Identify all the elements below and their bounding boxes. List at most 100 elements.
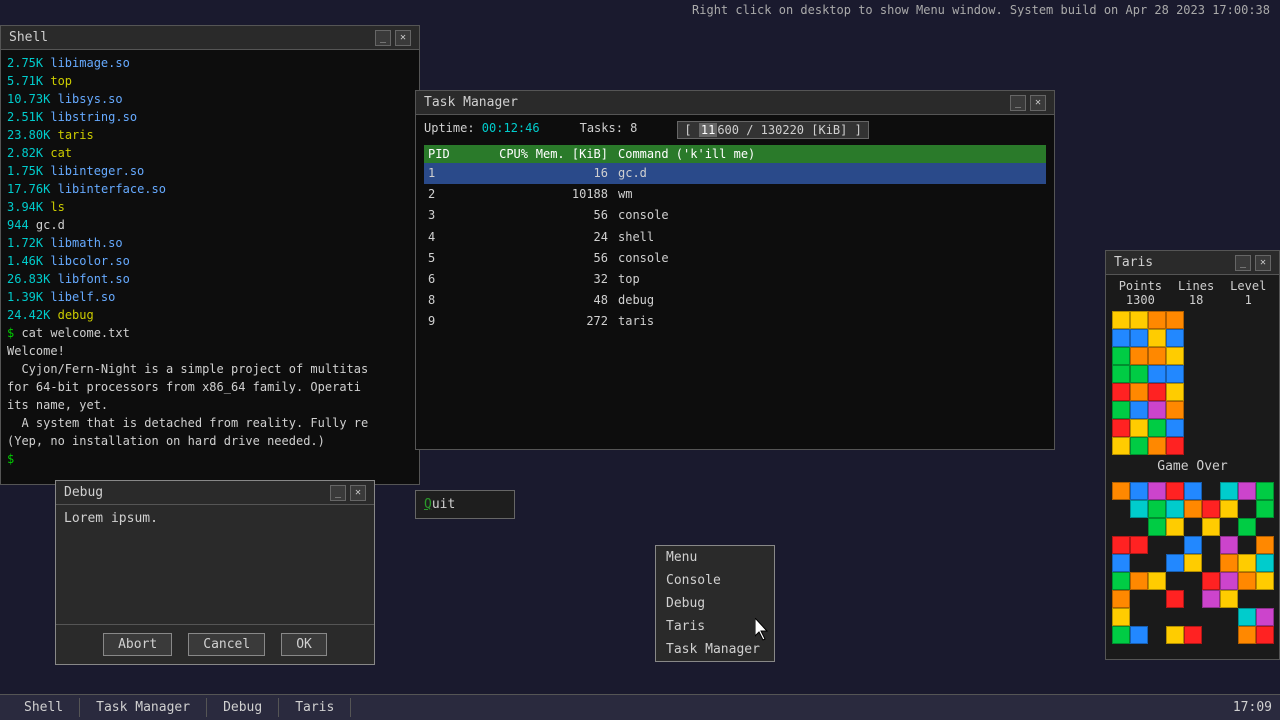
shell-content: 2.75K libimage.so 5.71K top 10.73K libsy… (1, 50, 419, 484)
debug-titlebar: Debug _ ✕ (56, 481, 374, 505)
shell-file-line: 10.73K libsys.so (7, 90, 413, 108)
context-menu: Menu Console Debug Taris Task Manager (655, 545, 775, 662)
shell-window-controls: _ ✕ (375, 30, 411, 46)
tm-col-mem-header: Mem. [KiB] (528, 147, 608, 161)
task-manager-content: Uptime: 00:12:46 Tasks: 8 [ 11600 / 1302… (416, 115, 1054, 449)
tm-memory-bar: [ 11600 / 130220 [KiB] ] (677, 121, 868, 139)
shell-file-line: 5.71K top (7, 72, 413, 90)
shell-output-line3: its name, yet. (7, 396, 413, 414)
debug-abort-button[interactable]: Abort (103, 633, 172, 656)
debug-window-controls: _ ✕ (330, 485, 366, 501)
debug-close-button[interactable]: ✕ (350, 485, 366, 501)
taris-level-col: Level 1 (1230, 279, 1266, 307)
taskbar-item-task-manager[interactable]: Task Manager (80, 698, 207, 717)
table-row[interactable]: 556console (424, 248, 1046, 269)
shell-file-line: 1.39K libelf.so (7, 288, 413, 306)
shell-output-line1: Cyjon/Fern-Night is a simple project of … (7, 360, 413, 378)
quit-overlay[interactable]: Quit (415, 490, 515, 519)
shell-output-line2: for 64-bit processors from x86_64 family… (7, 378, 413, 396)
taris-content: Points 1300 Lines 18 Level 1 Game Over (1106, 275, 1279, 659)
shell-minimize-button[interactable]: _ (375, 30, 391, 46)
tm-mem-used-rest: 600 (717, 123, 739, 137)
task-manager-window-controls: _ ✕ (1010, 95, 1046, 111)
quit-text: Quit (424, 497, 455, 512)
taris-lines-label: Lines (1178, 279, 1214, 293)
taris-window-controls: _ ✕ (1235, 255, 1271, 271)
top-status-bar: Right click on desktop to show Menu wind… (0, 0, 1280, 20)
shell-prompt-line: $ ​ (7, 450, 413, 468)
context-menu-item-task-manager[interactable]: Task Manager (656, 638, 774, 661)
taris-points-col: Points 1300 (1119, 279, 1162, 307)
shell-file-line: 1.72K libmath.so (7, 234, 413, 252)
taris-stats: Points 1300 Lines 18 Level 1 (1119, 279, 1267, 307)
context-menu-item-console[interactable]: Console (656, 569, 774, 592)
table-row[interactable]: 116gc.d (424, 163, 1046, 184)
tm-uptime-value: 00:12:46 (482, 121, 540, 135)
taris-title: Taris (1114, 255, 1235, 270)
task-manager-title: Task Manager (424, 95, 1010, 110)
taris-preview-grid (1112, 482, 1274, 644)
shell-file-line: 2.82K cat (7, 144, 413, 162)
taris-gameover-text: Game Over (1157, 459, 1227, 474)
table-row[interactable]: 210188wm (424, 184, 1046, 205)
debug-window: Debug _ ✕ Lorem ipsum. Abort Cancel OK (55, 480, 375, 665)
shell-cmd-line: $ cat welcome.txt (7, 324, 413, 342)
shell-window: Shell _ ✕ 2.75K libimage.so 5.71K top 10… (0, 25, 420, 485)
table-row[interactable]: 632top (424, 269, 1046, 290)
tm-mem-used: 11 (699, 123, 717, 137)
shell-file-line: 3.94K ls (7, 198, 413, 216)
context-menu-item-taris[interactable]: Taris (656, 615, 774, 638)
shell-output-line5: (Yep, no installation on hard drive need… (7, 432, 413, 450)
taskbar-item-shell[interactable]: Shell (8, 698, 80, 717)
shell-file-line: 17.76K libinterface.so (7, 180, 413, 198)
shell-file-line: 23.80K taris (7, 126, 413, 144)
taskbar: Shell Task Manager Debug Taris 17:09 (0, 694, 1280, 720)
shell-file-line: 24.42K debug (7, 306, 413, 324)
taskbar-item-taris[interactable]: Taris (279, 698, 351, 717)
tm-uptime-label: Uptime: 00:12:46 (424, 121, 540, 139)
taris-window: Taris _ ✕ Points 1300 Lines 18 Level 1 G… (1105, 250, 1280, 660)
task-manager-close-button[interactable]: ✕ (1030, 95, 1046, 111)
top-status-text: Right click on desktop to show Menu wind… (692, 3, 1270, 17)
taris-points-label: Points (1119, 279, 1162, 293)
shell-file-line: 26.83K libfont.so (7, 270, 413, 288)
shell-titlebar: Shell _ ✕ (1, 26, 419, 50)
debug-buttons: Abort Cancel OK (56, 624, 374, 664)
taris-close-button[interactable]: ✕ (1255, 255, 1271, 271)
table-row[interactable]: 424shell (424, 227, 1046, 248)
shell-file-line: 1.46K libcolor.so (7, 252, 413, 270)
tm-tasks-label: Tasks: 8 (580, 121, 638, 139)
context-menu-item-debug[interactable]: Debug (656, 592, 774, 615)
taris-level-value: 1 (1230, 293, 1266, 307)
task-manager-titlebar: Task Manager _ ✕ (416, 91, 1054, 115)
context-menu-item-menu[interactable]: Menu (656, 546, 774, 569)
taris-level-label: Level (1230, 279, 1266, 293)
shell-file-line: 1.75K libinteger.so (7, 162, 413, 180)
shell-file-line: 944 gc.d (7, 216, 413, 234)
table-row[interactable]: 848debug (424, 290, 1046, 311)
taskbar-item-debug[interactable]: Debug (207, 698, 279, 717)
debug-cancel-button[interactable]: Cancel (188, 633, 265, 656)
shell-output-line4: A system that is detached from reality. … (7, 414, 413, 432)
tm-info-row: Uptime: 00:12:46 Tasks: 8 [ 11600 / 1302… (424, 121, 1046, 139)
taris-minimize-button[interactable]: _ (1235, 255, 1251, 271)
tm-col-cpu-header: CPU% (468, 147, 528, 161)
debug-text: Lorem ipsum. (64, 511, 366, 526)
table-row[interactable]: 9272taris (424, 311, 1046, 332)
debug-minimize-button[interactable]: _ (330, 485, 346, 501)
taris-points-value: 1300 (1119, 293, 1162, 307)
shell-close-button[interactable]: ✕ (395, 30, 411, 46)
task-manager-minimize-button[interactable]: _ (1010, 95, 1026, 111)
taris-game-grid (1112, 311, 1274, 455)
tm-tasks-value: 8 (630, 121, 637, 135)
task-manager-window: Task Manager _ ✕ Uptime: 00:12:46 Tasks:… (415, 90, 1055, 450)
table-row[interactable]: 356console (424, 205, 1046, 226)
tm-header-row: PID CPU% Mem. [KiB] Command ('k'ill me) (424, 145, 1046, 163)
shell-file-line: 2.75K libimage.so (7, 54, 413, 72)
taris-lines-value: 18 (1178, 293, 1214, 307)
debug-ok-button[interactable]: OK (281, 633, 327, 656)
taskbar-time: 17:09 (1233, 700, 1272, 715)
debug-title: Debug (64, 485, 330, 500)
shell-file-line: 2.51K libstring.so (7, 108, 413, 126)
tm-col-cmd-header: Command ('k'ill me) (608, 147, 1042, 161)
